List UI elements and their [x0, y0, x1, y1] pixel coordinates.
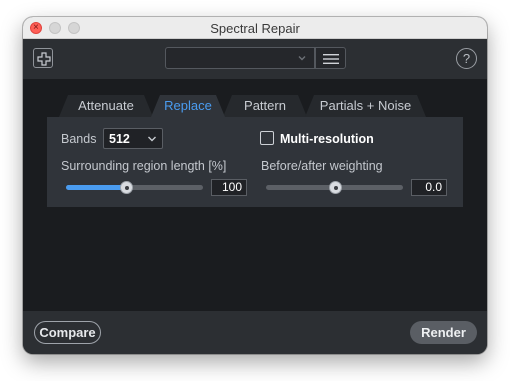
render-button[interactable]: Render	[410, 321, 477, 344]
tab-label: Pattern	[244, 98, 286, 113]
tab-pattern[interactable]: Pattern	[223, 95, 307, 117]
help-button[interactable]: ?	[456, 48, 477, 69]
replace-settings-panel: Bands 512 Multi-resolution Surrounding r…	[47, 117, 463, 207]
bands-value: 512	[109, 132, 130, 146]
tab-label: Replace	[164, 98, 212, 113]
bottom-bar: Compare Render	[23, 311, 487, 354]
bands-label: Bands	[61, 132, 97, 146]
slider-thumb[interactable]	[120, 181, 133, 194]
tab-partials-noise[interactable]: Partials + Noise	[305, 95, 426, 117]
chevron-down-icon	[298, 56, 306, 61]
weighting-label: Before/after weighting	[261, 159, 383, 173]
plus-square-icon	[37, 52, 51, 66]
weighting-slider[interactable]	[266, 181, 403, 194]
surrounding-region-label: Surrounding region length [%]	[61, 159, 227, 173]
preset-menu-button[interactable]	[315, 47, 346, 69]
preset-dropdown[interactable]	[165, 47, 315, 69]
surrounding-region-slider[interactable]	[66, 181, 203, 194]
multi-resolution-label: Multi-resolution	[280, 132, 374, 146]
tab-label: Attenuate	[78, 98, 134, 113]
hamburger-menu-icon	[323, 54, 339, 64]
compare-button[interactable]: Compare	[34, 321, 101, 344]
slider-thumb[interactable]	[329, 181, 342, 194]
main-content: Attenuate Replace Pattern Partials + Noi…	[23, 79, 487, 311]
spectral-repair-window: × Spectral Repair ? Attenuate Replace Pa…	[23, 17, 487, 354]
surrounding-region-value-field[interactable]: 100	[211, 179, 247, 196]
tab-attenuate[interactable]: Attenuate	[59, 95, 153, 117]
window-title: Spectral Repair	[210, 21, 300, 36]
add-preset-button[interactable]	[33, 48, 53, 68]
tab-replace[interactable]: Replace	[151, 95, 225, 117]
toolbar: ?	[23, 39, 487, 79]
bands-dropdown[interactable]: 512	[103, 128, 163, 149]
multi-resolution-checkbox[interactable]	[260, 131, 274, 145]
chevron-down-icon	[148, 136, 156, 142]
slider-fill	[66, 185, 126, 190]
tab-label: Partials + Noise	[319, 98, 412, 113]
weighting-value-field[interactable]: 0.0	[411, 179, 447, 196]
title-bar: × Spectral Repair	[23, 17, 487, 39]
